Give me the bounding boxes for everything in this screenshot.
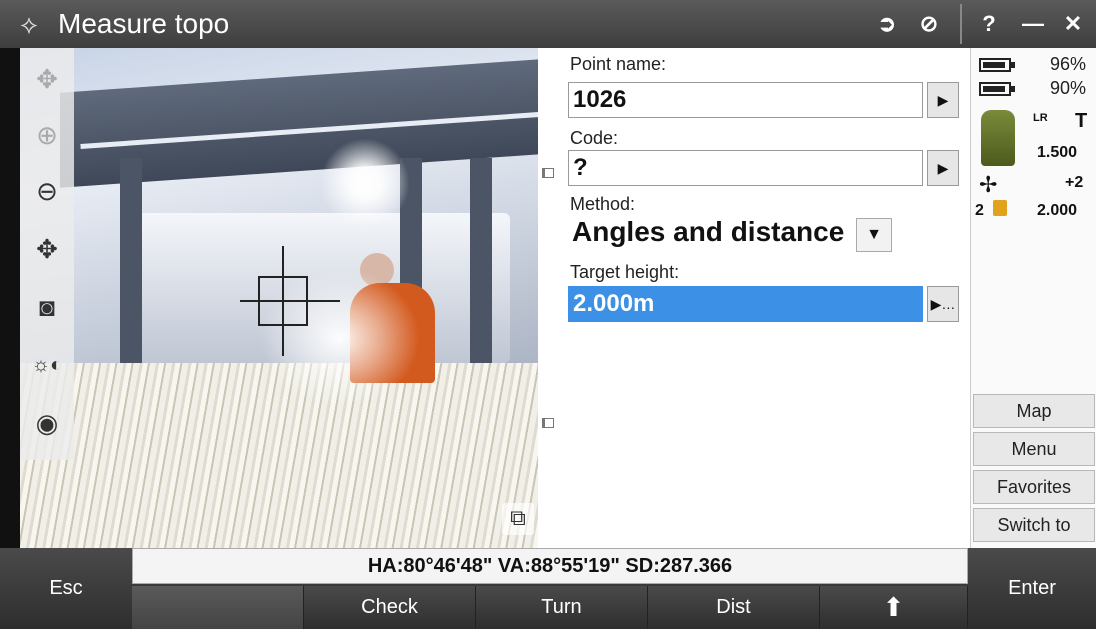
camera-post bbox=[470, 158, 492, 378]
instrument-icon bbox=[981, 110, 1015, 166]
softkey-blank[interactable] bbox=[132, 586, 304, 629]
left-margin bbox=[0, 48, 20, 548]
title-divider bbox=[960, 4, 962, 44]
pan-zoom-icon[interactable]: ✥ bbox=[20, 54, 74, 104]
target-height-label: Target height: bbox=[570, 262, 680, 282]
method-label: Method: bbox=[570, 194, 636, 214]
battery2-level: 90% bbox=[1049, 78, 1086, 98]
point-name-label: Point name: bbox=[570, 54, 667, 74]
shift-arrow-icon[interactable]: ⬆ bbox=[820, 586, 968, 629]
title-bar: ⟡ Measure topo ➲ ⊘ ? — ✕ bbox=[0, 0, 1096, 48]
survey-app-icon[interactable]: ⟡ bbox=[12, 7, 46, 41]
split-marker-icon bbox=[542, 418, 554, 428]
eye-icon[interactable]: ◉ bbox=[20, 398, 74, 448]
crosshair-horizontal bbox=[240, 300, 340, 302]
instrument-height: 1.500 bbox=[1037, 144, 1078, 161]
battery-icon bbox=[979, 58, 1011, 72]
page-title: Measure topo bbox=[58, 8, 230, 39]
target-height-field[interactable]: 2.000m bbox=[568, 286, 923, 322]
close-button[interactable]: ✕ bbox=[1056, 8, 1090, 40]
map-button[interactable]: Map bbox=[973, 394, 1095, 428]
method-value[interactable]: Angles and distance bbox=[572, 216, 844, 248]
split-marker-icon bbox=[542, 168, 554, 178]
measure-form: Point name: 1026 ▶ Code: ? ▶ Method: Ang… bbox=[538, 48, 970, 548]
check-button[interactable]: Check bbox=[304, 586, 476, 629]
minimize-button[interactable]: — bbox=[1016, 8, 1050, 40]
enter-button[interactable]: Enter bbox=[968, 548, 1096, 629]
target-height-menu-icon[interactable]: ▶… bbox=[927, 286, 959, 322]
battery-icon bbox=[979, 82, 1011, 96]
overlay-toggle-icon[interactable]: ⧉ bbox=[502, 503, 534, 535]
no-sign-icon[interactable]: ⊘ bbox=[912, 8, 946, 40]
zoom-in-icon[interactable]: ⊕ bbox=[20, 110, 74, 160]
instrument-code: LR bbox=[1033, 112, 1048, 124]
method-dropdown-icon[interactable]: ▼ bbox=[856, 218, 892, 252]
target-number: 2 bbox=[975, 202, 984, 219]
pan-icon[interactable]: ✥ bbox=[20, 224, 74, 274]
prism-constant: +2 bbox=[1065, 174, 1084, 191]
target-icon: ✢ bbox=[979, 172, 998, 197]
camera-flare bbox=[320, 138, 410, 228]
battery1-level: 96% bbox=[1049, 54, 1086, 74]
instrument-mode: T bbox=[1075, 110, 1088, 132]
point-name-arrow-icon[interactable]: ▶ bbox=[927, 82, 959, 118]
code-field[interactable]: ? bbox=[568, 150, 923, 186]
tracking-icon[interactable]: ➲ bbox=[870, 8, 904, 40]
crosshair-vertical bbox=[282, 246, 284, 356]
point-name-field[interactable]: 1026 bbox=[568, 82, 923, 118]
turn-button[interactable]: Turn bbox=[476, 586, 648, 629]
brightness-icon[interactable]: ☼◐ bbox=[20, 340, 74, 390]
code-arrow-icon[interactable]: ▶ bbox=[927, 150, 959, 186]
status-panel[interactable]: 96% 90% LR T 1.500 ✢ +2 2 2.000 Map Menu… bbox=[970, 48, 1096, 548]
favorites-button[interactable]: Favorites bbox=[973, 470, 1095, 504]
camera-post bbox=[120, 158, 142, 378]
help-button[interactable]: ? bbox=[972, 8, 1006, 40]
camera-icon[interactable]: ◙ bbox=[20, 282, 74, 332]
code-label: Code: bbox=[570, 128, 619, 148]
dist-button[interactable]: Dist bbox=[648, 586, 820, 629]
esc-button[interactable]: Esc bbox=[0, 548, 132, 629]
battery-tip bbox=[1011, 62, 1015, 68]
zoom-out-icon[interactable]: ⊖ bbox=[20, 166, 74, 216]
menu-button[interactable]: Menu bbox=[973, 432, 1095, 466]
battery-tip bbox=[1011, 86, 1015, 92]
camera-view[interactable]: ⧉ bbox=[20, 48, 538, 548]
target-height-status: 2.000 bbox=[1037, 202, 1078, 219]
measurement-readout: HA:80°46'48" VA:88°55'19" SD:287.366 bbox=[132, 548, 968, 584]
switch-to-button[interactable]: Switch to bbox=[973, 508, 1095, 542]
camera-toolbar: ✥ ⊕ ⊖ ✥ ◙ ☼◐ ◉ bbox=[20, 48, 74, 460]
lock-icon bbox=[993, 200, 1007, 216]
